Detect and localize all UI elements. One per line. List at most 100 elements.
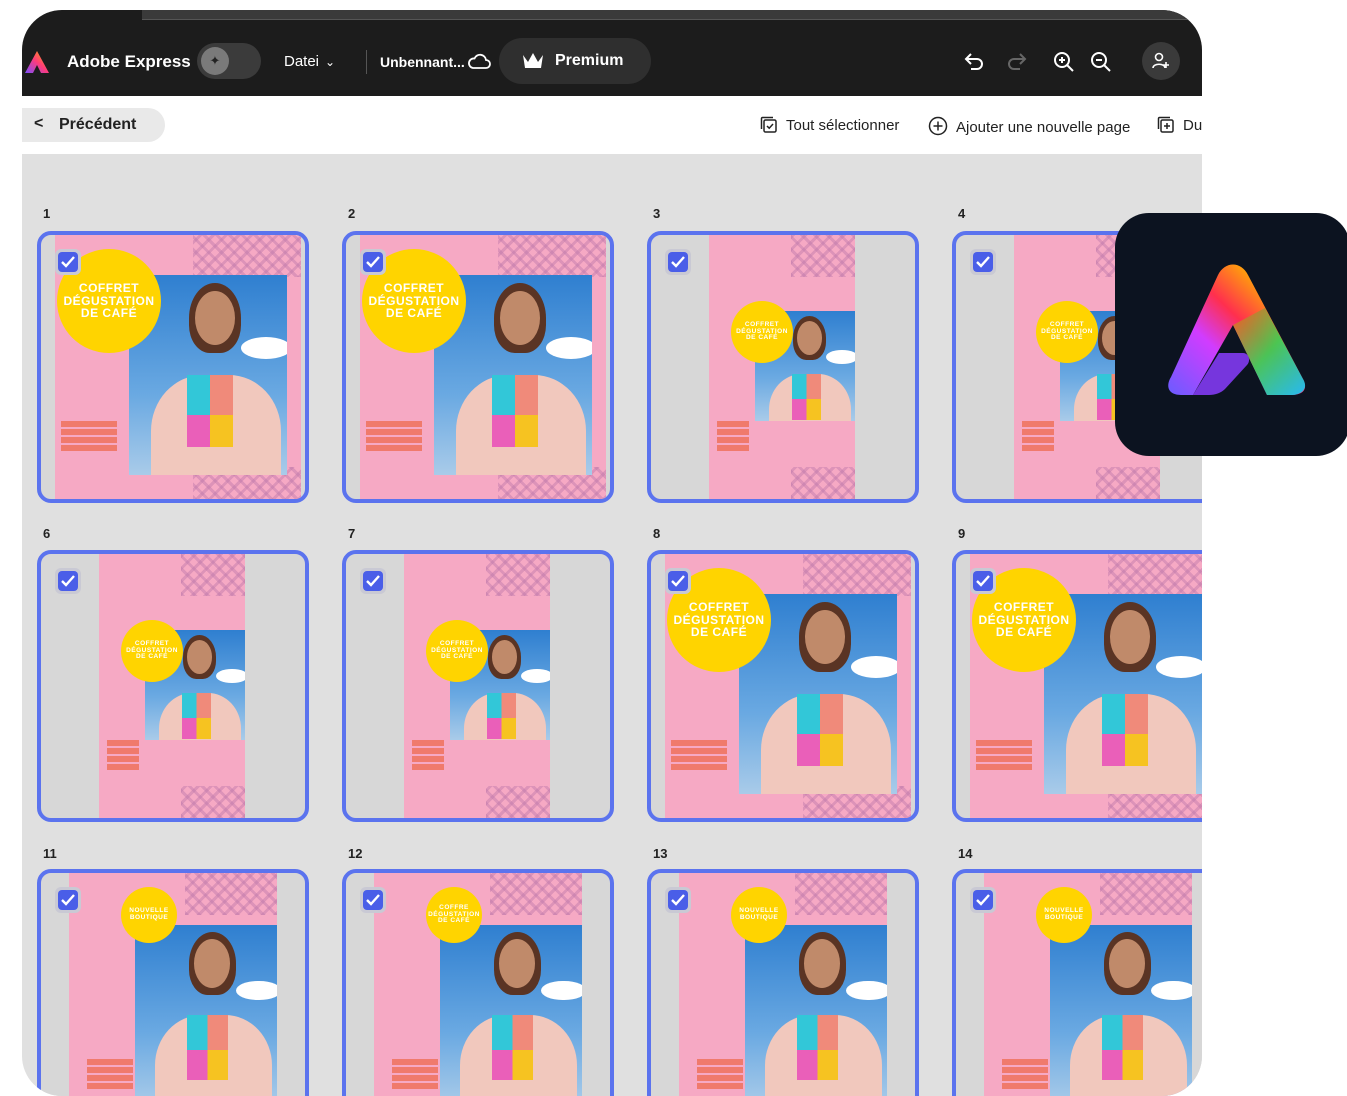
model-face — [805, 610, 845, 664]
model-photo — [1050, 925, 1192, 1096]
model-photo — [135, 925, 277, 1096]
page-select-checkbox[interactable] — [665, 249, 691, 275]
brand-wordmark — [976, 738, 1032, 771]
pattern-decoration — [485, 554, 550, 597]
undo-icon[interactable] — [962, 50, 986, 74]
page-number: 6 — [43, 526, 51, 541]
model-face — [804, 939, 841, 988]
pattern-decoration — [790, 235, 855, 278]
checkmark-icon — [671, 575, 685, 587]
checkmark-icon — [366, 894, 380, 906]
magic-toggle[interactable]: ✦ — [197, 43, 261, 79]
coffee-box — [1102, 1014, 1144, 1080]
page-thumbnail[interactable]: NOUVELLE BOUTIQUE — [647, 869, 919, 1096]
zoom-out-icon[interactable] — [1089, 50, 1113, 74]
cloud-shape — [241, 337, 287, 359]
cloud-shape — [845, 980, 887, 1001]
coffee-box-lower — [797, 733, 843, 766]
page-select-checkbox[interactable] — [665, 568, 691, 594]
headline-badge: COFFRET DÉGUSTATION DE CAFÉ — [731, 301, 793, 363]
coffee-box — [486, 693, 516, 739]
page-select-checkbox[interactable] — [970, 568, 996, 594]
cloud-shape — [235, 980, 277, 1001]
page-select-checkbox[interactable] — [970, 887, 996, 913]
headline-badge: NOUVELLE BOUTIQUE — [121, 887, 177, 943]
coffee-box-lower — [1102, 733, 1148, 766]
headline-badge: COFFRE DÉGUSTATION DE CAFÉ — [426, 887, 482, 943]
coffee-box — [492, 1014, 534, 1080]
page-number: 8 — [653, 526, 661, 541]
duplicate-label: Du — [1183, 117, 1202, 134]
pattern-decoration — [1100, 873, 1192, 916]
checkmark-icon — [976, 894, 990, 906]
duplicate-button[interactable]: Du — [1157, 116, 1202, 134]
file-menu-button[interactable]: Datei ⌄ — [284, 53, 335, 70]
page-select-checkbox[interactable] — [665, 887, 691, 913]
poster-design: COFFRET DÉGUSTATION DE CAFÉ — [404, 554, 550, 818]
page-select-checkbox[interactable] — [55, 568, 81, 594]
page-select-checkbox[interactable] — [55, 249, 81, 275]
page-thumbnail[interactable]: COFFRET DÉGUSTATION DE CAFÉ — [37, 231, 309, 503]
select-all-button[interactable]: Tout sélectionner — [760, 116, 899, 134]
checkmark-icon — [671, 256, 685, 268]
page-thumbnail[interactable]: COFFRET DÉGUSTATION DE CAFÉ — [647, 231, 919, 503]
cloud-shape — [851, 656, 897, 678]
pattern-decoration — [192, 235, 301, 278]
coffee-box — [187, 375, 233, 447]
page-thumbnail[interactable]: COFFRET DÉGUSTATION DE CAFÉ — [342, 550, 614, 822]
headline-text: NOUVELLE BOUTIQUE — [739, 907, 779, 921]
brand-wordmark — [61, 419, 117, 452]
document-title[interactable]: Unbennant... — [380, 54, 465, 70]
page-select-checkbox[interactable] — [970, 249, 996, 275]
headline-text: COFFRET DÉGUSTATION DE CAFÉ — [978, 600, 1070, 640]
page-select-checkbox[interactable] — [360, 249, 386, 275]
headline-badge: COFFRET DÉGUSTATION DE CAFÉ — [1036, 301, 1098, 363]
page-thumbnail[interactable]: NOUVELLE BOUTIQUE — [952, 869, 1202, 1096]
pattern-decoration — [185, 873, 277, 916]
share-button[interactable] — [1142, 42, 1180, 80]
zoom-in-icon[interactable] — [1052, 50, 1076, 74]
model-photo — [745, 925, 887, 1096]
poster-design: NOUVELLE BOUTIQUE — [69, 873, 277, 1096]
app-name: Adobe Express — [67, 52, 191, 71]
add-page-label: Ajouter une nouvelle page — [956, 119, 1131, 136]
coffee-box — [492, 375, 538, 447]
premium-button[interactable]: Premium — [499, 38, 651, 84]
cloud-icon[interactable] — [467, 52, 491, 70]
poster-design: COFFRET DÉGUSTATION DE CAFÉ — [55, 235, 301, 499]
page-thumbnail[interactable]: NOUVELLE BOUTIQUE — [37, 869, 309, 1096]
headline-badge: COFFRET DÉGUSTATION DE CAFÉ — [426, 620, 488, 682]
adobe-express-app-icon — [1115, 213, 1347, 456]
redo-icon[interactable] — [1005, 50, 1029, 74]
page-thumbnail[interactable]: COFFRE DÉGUSTATION DE CAFÉ — [342, 869, 614, 1096]
pattern-decoration — [485, 786, 550, 818]
add-page-button[interactable]: Ajouter une nouvelle page — [928, 116, 1130, 136]
coffee-box-lower — [1102, 1050, 1144, 1080]
headline-text: COFFRET DÉGUSTATION DE CAFÉ — [368, 281, 460, 321]
poster-design: COFFRET DÉGUSTATION DE CAFÉ — [99, 554, 245, 818]
coffee-box — [187, 1014, 229, 1080]
page-select-checkbox[interactable] — [360, 887, 386, 913]
page-thumbnail[interactable]: COFFRET DÉGUSTATION DE CAFÉ — [342, 231, 614, 503]
brand-wordmark — [1022, 419, 1054, 452]
headline-text: COFFRET DÉGUSTATION DE CAFÉ — [736, 320, 788, 342]
page-select-checkbox[interactable] — [55, 887, 81, 913]
brand-wordmark — [366, 419, 422, 452]
page-select-checkbox[interactable] — [360, 568, 386, 594]
coffee-box-lower — [492, 1050, 534, 1080]
page-number: 14 — [958, 846, 973, 861]
adobe-express-logo-icon[interactable] — [24, 50, 50, 74]
checkmark-icon — [976, 575, 990, 587]
checkmark-icon — [366, 575, 380, 587]
page-thumbnail[interactable]: COFFRET DÉGUSTATION DE CAFÉ — [952, 550, 1202, 822]
coffee-box — [797, 1014, 839, 1080]
page-grid: 1 COFFRET DÉGUSTATION DE CAFÉ 2 COFFRET DÉG… — [22, 154, 1202, 1096]
page-thumbnail[interactable]: COFFRET DÉGUSTATION DE CAFÉ — [37, 550, 309, 822]
coffee-box — [791, 374, 821, 420]
coffee-box — [181, 693, 211, 739]
back-button[interactable]: < Précédent — [22, 108, 165, 142]
add-circle-icon — [928, 116, 948, 136]
headline-text: COFFRET DÉGUSTATION DE CAFÉ — [126, 639, 178, 661]
coffee-box-lower — [791, 399, 821, 420]
page-thumbnail[interactable]: COFFRET DÉGUSTATION DE CAFÉ — [647, 550, 919, 822]
